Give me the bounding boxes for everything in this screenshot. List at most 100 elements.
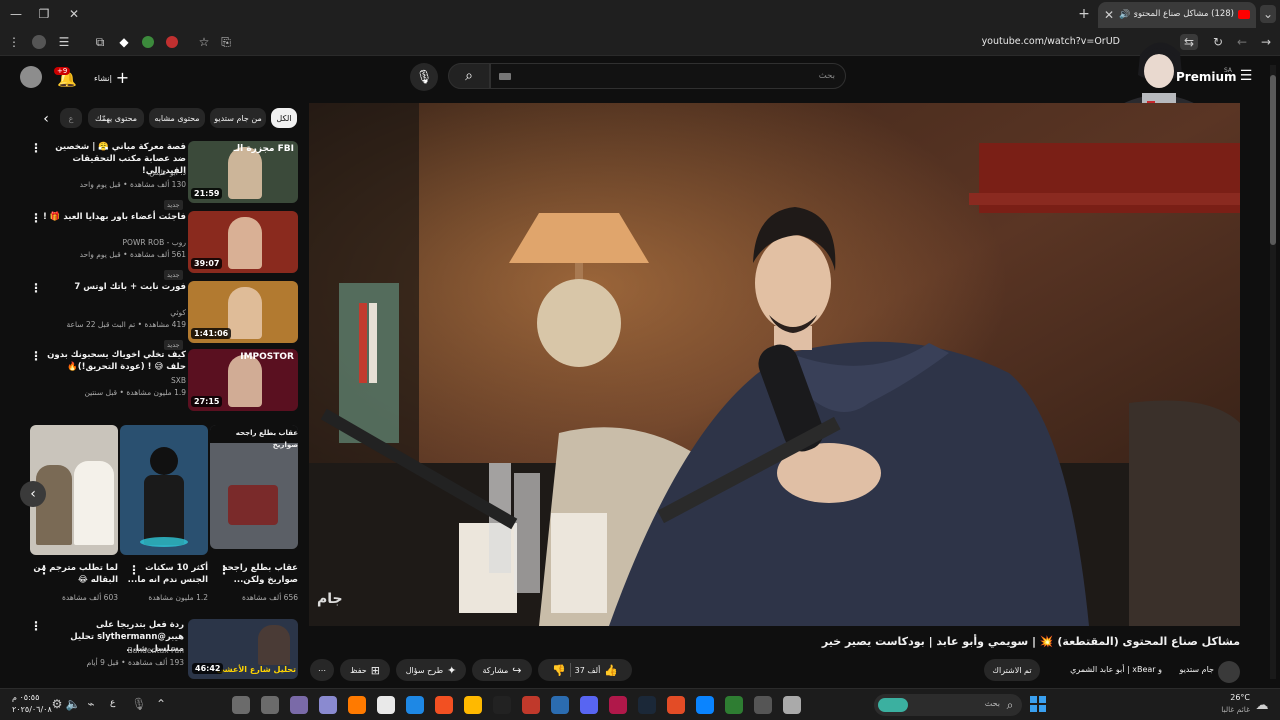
- restore-icon[interactable]: ❐: [36, 6, 52, 22]
- task-view-icon[interactable]: [783, 696, 801, 714]
- more-options-icon[interactable]: ⋮: [218, 563, 230, 577]
- tray-expand-icon[interactable]: ⌃: [154, 697, 168, 711]
- recommendation-item[interactable]: مجزرة الـ FBI 21:59 قصة معركة مباني 😤 | …: [28, 141, 300, 210]
- more-options-icon[interactable]: ⋮: [30, 211, 42, 225]
- steam-store-icon[interactable]: [638, 696, 656, 714]
- channel-name[interactable]: Banderitax Fan: [44, 645, 184, 656]
- channel-name[interactable]: SXB: [42, 375, 186, 386]
- clock-time[interactable]: ٠٥:٥٥ م: [12, 693, 39, 702]
- file-explorer-icon[interactable]: [754, 696, 772, 714]
- app-icon-yellow[interactable]: [464, 696, 482, 714]
- input-language[interactable]: ع: [110, 698, 115, 708]
- back-icon[interactable]: →: [1258, 34, 1274, 50]
- more-options-icon[interactable]: ⋮: [30, 619, 42, 633]
- quick-settings-icon[interactable]: ⚙: [50, 697, 64, 711]
- video-thumbnail[interactable]: مجزرة الـ FBI 21:59: [188, 141, 298, 203]
- video-thumbnail[interactable]: 1:41:06: [188, 281, 298, 343]
- edge-icon[interactable]: [406, 696, 424, 714]
- extension-icon[interactable]: ☰: [56, 34, 72, 50]
- weather-cloud-icon[interactable]: ☁: [1254, 697, 1270, 713]
- tab-youtube[interactable]: ✕ 🔊 (128) مشاكل صناع المحتوى (: [1098, 2, 1256, 28]
- app-icon-orange[interactable]: [348, 696, 366, 714]
- edge-browser-icon[interactable]: [696, 696, 714, 714]
- discord-icon[interactable]: [580, 696, 598, 714]
- recommendation-item[interactable]: تحليل شارع الأعشى 46:42 ردة فعل بتدريجا …: [28, 619, 300, 685]
- video-title[interactable]: كيف تخلي اخوياك يسحبونك بدون حلف 😅 ! (عو…: [42, 349, 186, 373]
- create-button[interactable]: إنشاء +: [94, 69, 134, 87]
- recommendation-item[interactable]: 1:41:06 فورت نايت + باتك اوتس 7 كوثي 419…: [28, 281, 300, 350]
- channel-name[interactable]: روب - POWR ROB: [42, 237, 186, 248]
- search-input[interactable]: بحث: [490, 63, 846, 89]
- recommendation-item[interactable]: IMPOSTOR 27:15 كيف تخلي اخوياك يسحبونك ب…: [28, 349, 300, 413]
- voice-search-mic-icon[interactable]: 🎙: [410, 63, 438, 91]
- share-button[interactable]: مشاركة ↪: [472, 659, 532, 681]
- keyboard-icon[interactable]: [499, 73, 511, 80]
- video-thumbnail[interactable]: تحليل شارع الأعشى 46:42: [188, 619, 298, 679]
- profile-avatar[interactable]: [32, 35, 46, 49]
- bookmark-star-icon[interactable]: ☆: [196, 34, 212, 50]
- more-options-icon[interactable]: ⋮: [30, 349, 42, 363]
- more-options-icon[interactable]: ⋮: [128, 563, 140, 577]
- chip-all[interactable]: الكل: [271, 108, 297, 128]
- page-scrollbar[interactable]: [1270, 65, 1276, 679]
- taskbar-search[interactable]: بحث ⌕: [874, 694, 1022, 716]
- video-title[interactable]: فورت نايت + باتك اوتس 7: [42, 281, 186, 293]
- search-button[interactable]: ⌕: [448, 63, 490, 89]
- hamburger-menu-icon[interactable]: ☰: [1238, 68, 1254, 84]
- recommendation-item[interactable]: 39:07 فاجئت أعضاء باور بهدايا العيد 🎁 ! …: [28, 211, 300, 280]
- ask-question-button[interactable]: طرح سؤال ✦: [396, 659, 466, 681]
- subscribed-button[interactable]: تم الاشتراك: [984, 659, 1040, 681]
- audio-icon[interactable]: 🔊: [1118, 8, 1132, 22]
- channel-name[interactable]: كوثي: [42, 307, 186, 318]
- discord-alt-icon[interactable]: [290, 696, 308, 714]
- channel-avatar[interactable]: [1218, 661, 1240, 683]
- short-thumbnail[interactable]: عقاب بطلع راجحه صواريخ: [210, 425, 298, 549]
- red-extension-icon[interactable]: [166, 36, 178, 48]
- close-tab-icon[interactable]: ✕: [1102, 8, 1116, 22]
- save-button[interactable]: حفظ ⊞: [340, 659, 390, 681]
- chips-scroll-left-icon[interactable]: ‹: [38, 111, 54, 127]
- chrome-active-icon[interactable]: [725, 696, 743, 714]
- weather-temp[interactable]: 26°C: [1210, 693, 1250, 702]
- settings-app-icon[interactable]: [232, 696, 250, 714]
- account-avatar[interactable]: [20, 66, 42, 88]
- green-extension-icon[interactable]: [142, 36, 154, 48]
- scrollbar-thumb[interactable]: [1270, 75, 1276, 245]
- chip-interesting[interactable]: محتوى يهمّك: [88, 108, 144, 128]
- mail-icon[interactable]: [551, 696, 569, 714]
- more-options-icon[interactable]: ⋮: [38, 563, 50, 577]
- collab-channels[interactable]: و xBear | أبو عابد الشمري: [1050, 665, 1162, 674]
- app-icon-crimson[interactable]: [609, 696, 627, 714]
- wiki-icon[interactable]: [377, 696, 395, 714]
- video-thumbnail[interactable]: 39:07: [188, 211, 298, 273]
- network-icon[interactable]: ⌁: [84, 697, 98, 711]
- office-icon[interactable]: [435, 696, 453, 714]
- tab-search-icon[interactable]: ⌄: [1260, 5, 1276, 23]
- chip-from-channel[interactable]: من جام ستديو: [210, 108, 266, 128]
- menu-kebab-icon[interactable]: ⋮: [6, 34, 22, 50]
- minimize-icon[interactable]: —: [8, 6, 24, 22]
- more-options-icon[interactable]: ⋮: [30, 141, 42, 155]
- dislike-icon[interactable]: 👎: [552, 664, 566, 677]
- channel-name[interactable]: د. أبو عايض: [42, 167, 186, 178]
- video-title[interactable]: فاجئت أعضاء باور بهدايا العيد 🎁 !: [42, 211, 186, 223]
- chrome-icon[interactable]: [667, 696, 685, 714]
- short-thumbnail[interactable]: [120, 425, 208, 555]
- volume-icon[interactable]: 🔈: [66, 697, 81, 711]
- chip-related[interactable]: محتوى مشابه: [149, 108, 205, 128]
- video-thumbnail[interactable]: IMPOSTOR 27:15: [188, 349, 298, 411]
- clock-date[interactable]: ٢٠٢٥/٠٦/٠٨: [12, 705, 52, 714]
- app-icon-red[interactable]: [522, 696, 540, 714]
- steam-icon[interactable]: [319, 696, 337, 714]
- puzzle-icon[interactable]: ⧉: [92, 34, 108, 50]
- forward-icon[interactable]: ←: [1234, 34, 1250, 50]
- shorts-prev-icon[interactable]: ‹: [20, 481, 46, 507]
- diamond-extension-icon[interactable]: ◆: [116, 34, 132, 50]
- new-tab-icon[interactable]: +: [1076, 6, 1092, 22]
- mic-icon[interactable]: 🎙: [131, 697, 146, 711]
- video-player[interactable]: جام: [309, 103, 1240, 626]
- more-options-icon[interactable]: ⋮: [30, 281, 42, 295]
- chip-partial[interactable]: ع: [60, 108, 82, 128]
- install-app-icon[interactable]: ⎘: [218, 34, 234, 50]
- more-actions-button[interactable]: ⋯: [310, 659, 334, 681]
